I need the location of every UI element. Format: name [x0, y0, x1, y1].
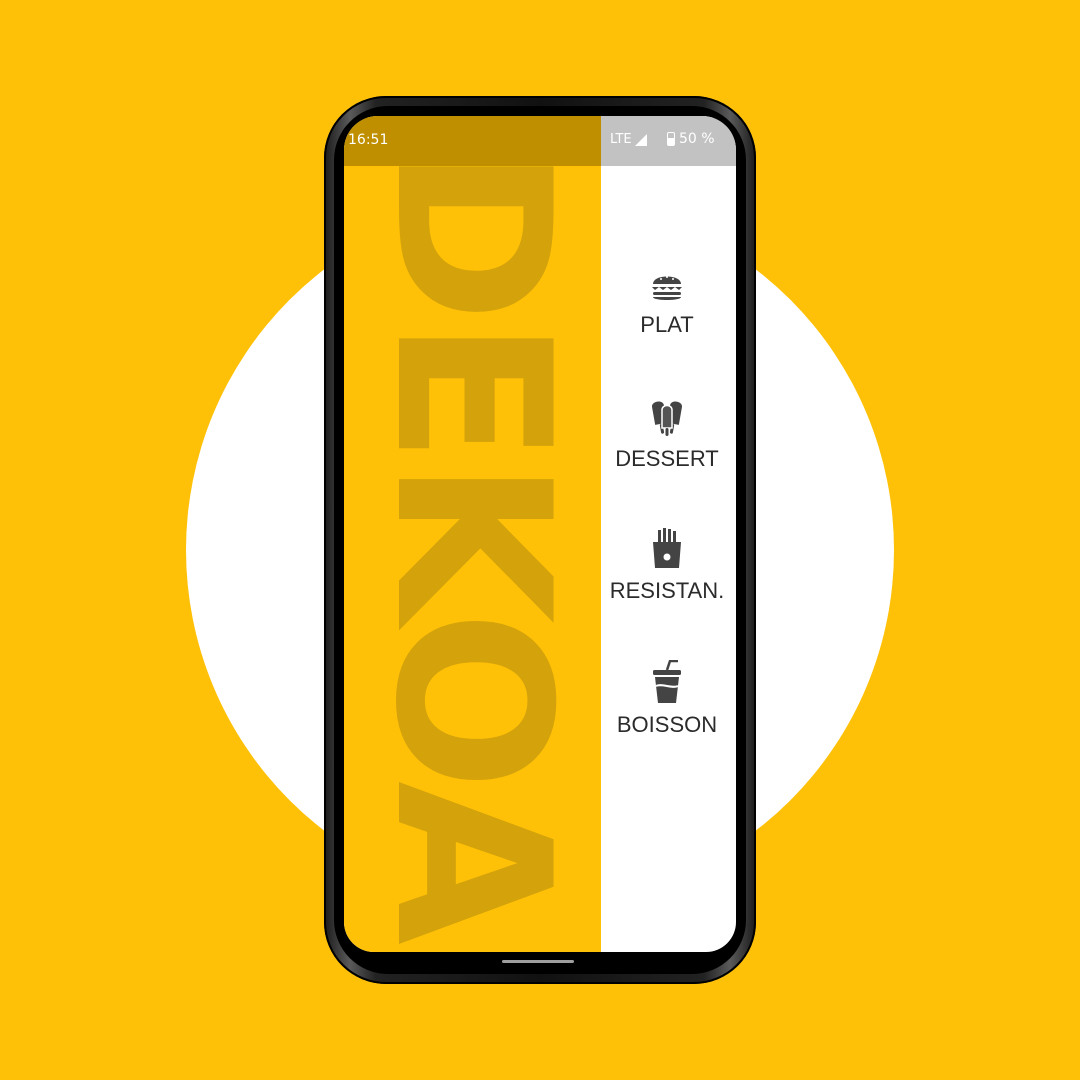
category-menu: PLAT DESSERT RESISTAN. BOISSON [601, 166, 736, 952]
battery-indicator: 50 % [667, 131, 715, 147]
status-bar: 16:51 LTE 50 % [344, 116, 736, 166]
burger-icon [652, 276, 682, 300]
menu-item-dessert[interactable]: DESSERT [587, 398, 736, 472]
menu-label-boisson: BOISSON [616, 712, 718, 737]
brand-title: DEKOA [349, 146, 596, 942]
menu-item-resistance[interactable]: RESISTAN. [587, 528, 736, 604]
menu-item-boisson[interactable]: BOISSON [587, 660, 736, 738]
drink-icon [653, 660, 681, 703]
menu-label-resistance: RESISTAN. [609, 578, 725, 603]
fries-icon [653, 528, 681, 568]
menu-item-plat[interactable]: PLAT [587, 268, 736, 338]
home-indicator[interactable] [502, 960, 574, 963]
ice-cream-icon [652, 401, 682, 436]
battery-level: 50 % [679, 131, 715, 147]
app-screen: DEKOA 16:51 LTE 50 % PLAT DESSERT RESIST… [344, 116, 736, 952]
phone-frame: DEKOA 16:51 LTE 50 % PLAT DESSERT RESIST… [324, 96, 756, 984]
status-time: 16:51 [348, 132, 389, 148]
brand-panel: DEKOA [344, 116, 601, 952]
menu-label-plat: PLAT [640, 312, 694, 337]
network-label: LTE [610, 132, 632, 147]
menu-label-dessert: DESSERT [615, 446, 719, 471]
network-indicator: LTE [610, 132, 647, 147]
signal-icon [634, 133, 647, 146]
battery-icon [667, 132, 675, 146]
